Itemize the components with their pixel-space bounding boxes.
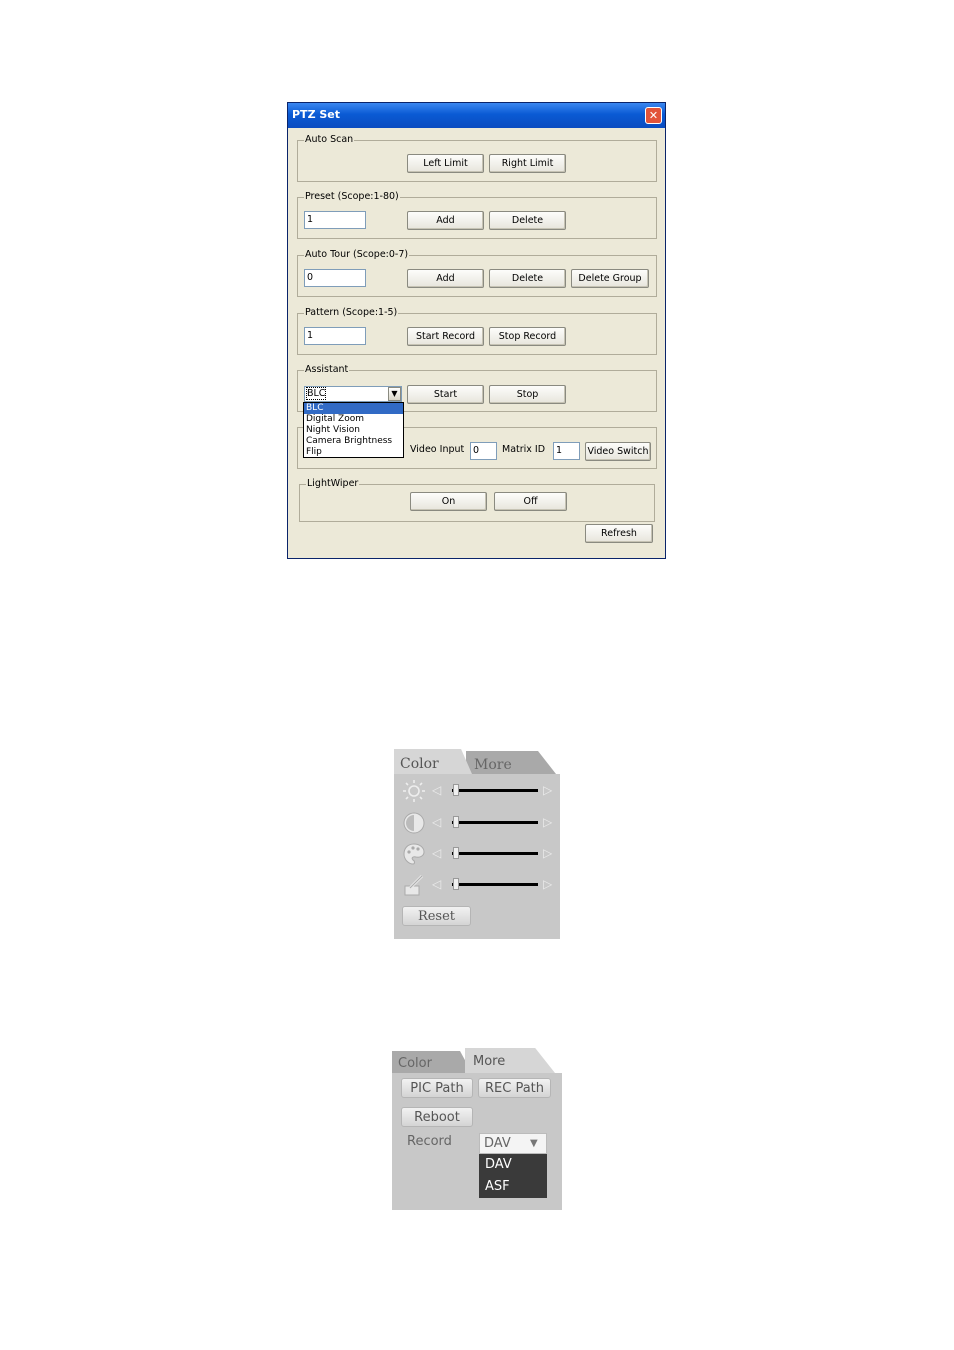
dialog-title: PTZ Set bbox=[292, 108, 341, 121]
assistant-dropdown-list: BLC Digital Zoom Night Vision Camera Bri… bbox=[303, 402, 404, 458]
light-wiper-legend: LightWiper bbox=[306, 478, 360, 489]
light-on-button[interactable]: On bbox=[410, 492, 487, 511]
contrast-icon bbox=[402, 811, 426, 835]
matrix-id-label: Matrix ID bbox=[502, 444, 546, 455]
slider-track[interactable] bbox=[452, 789, 538, 792]
increase-arrow-icon[interactable]: ▷ bbox=[543, 846, 552, 860]
auto-tour-input[interactable]: 0 bbox=[304, 269, 366, 287]
auto-tour-group: Auto Tour (Scope:0-7) 0 Add Delete Delet… bbox=[297, 249, 657, 297]
video-input-field[interactable]: 0 bbox=[470, 442, 497, 460]
dropdown-option[interactable]: ASF bbox=[479, 1176, 547, 1198]
reboot-button[interactable]: Reboot bbox=[401, 1107, 473, 1127]
record-select[interactable]: DAV ▼ bbox=[479, 1133, 547, 1154]
color-panel: More Color ◁ ▷ ◁ ▷ ◁ ▷ ◁ ▷ Reset bbox=[394, 749, 560, 939]
assistant-start-button[interactable]: Start bbox=[407, 385, 484, 404]
decrease-arrow-icon[interactable]: ◁ bbox=[432, 783, 441, 797]
preset-delete-button[interactable]: Delete bbox=[489, 211, 566, 230]
saturation-icon bbox=[402, 873, 426, 897]
slider-knob[interactable] bbox=[453, 784, 459, 796]
dropdown-option[interactable]: BLC bbox=[304, 403, 403, 414]
rec-path-button[interactable]: REC Path bbox=[478, 1078, 551, 1098]
auto-tour-add-button[interactable]: Add bbox=[407, 269, 484, 288]
tab-color[interactable]: Color bbox=[394, 749, 472, 774]
auto-tour-delete-button[interactable]: Delete bbox=[489, 269, 566, 288]
dropdown-option[interactable]: Camera Brightness bbox=[304, 436, 403, 447]
palette-icon bbox=[402, 842, 426, 866]
preset-legend: Preset (Scope:1-80) bbox=[304, 191, 400, 202]
record-label: Record bbox=[407, 1134, 452, 1149]
slider-track[interactable] bbox=[452, 883, 538, 886]
auto-scan-legend: Auto Scan bbox=[304, 134, 355, 145]
increase-arrow-icon[interactable]: ▷ bbox=[543, 815, 552, 829]
record-dropdown-list: DAV ASF bbox=[479, 1154, 547, 1198]
pic-path-button[interactable]: PIC Path bbox=[401, 1078, 473, 1098]
video-switch-button[interactable]: Video Switch bbox=[585, 442, 651, 461]
start-record-button[interactable]: Start Record bbox=[407, 327, 484, 346]
slider-knob[interactable] bbox=[453, 847, 459, 859]
record-selected-value: DAV bbox=[484, 1136, 511, 1151]
preset-add-button[interactable]: Add bbox=[407, 211, 484, 230]
stop-record-button[interactable]: Stop Record bbox=[489, 327, 566, 346]
title-bar[interactable]: PTZ Set ✕ bbox=[288, 103, 665, 128]
brightness-icon bbox=[402, 779, 426, 803]
increase-arrow-icon[interactable]: ▷ bbox=[543, 783, 552, 797]
dropdown-option[interactable]: Digital Zoom bbox=[304, 414, 403, 425]
preset-input[interactable]: 1 bbox=[304, 211, 366, 229]
refresh-button[interactable]: Refresh bbox=[585, 524, 653, 543]
more-panel: Color More PIC Path REC Path Reboot Reco… bbox=[392, 1048, 562, 1210]
delete-group-button[interactable]: Delete Group bbox=[571, 269, 649, 288]
chevron-down-icon[interactable]: ▼ bbox=[530, 1138, 538, 1149]
assistant-stop-button[interactable]: Stop bbox=[489, 385, 566, 404]
right-limit-button[interactable]: Right Limit bbox=[489, 154, 566, 173]
close-button[interactable]: ✕ bbox=[645, 107, 662, 124]
light-wiper-group: LightWiper On Off bbox=[299, 478, 655, 522]
tab-color[interactable]: Color bbox=[392, 1051, 472, 1073]
dropdown-option[interactable]: DAV bbox=[479, 1154, 547, 1176]
dropdown-option[interactable]: Night Vision bbox=[304, 425, 403, 436]
dropdown-option[interactable]: Flip bbox=[304, 447, 403, 458]
pattern-input[interactable]: 1 bbox=[304, 327, 366, 345]
tab-more[interactable]: More bbox=[466, 751, 556, 774]
light-off-button[interactable]: Off bbox=[494, 492, 567, 511]
slider-knob[interactable] bbox=[453, 878, 459, 890]
reset-button[interactable]: Reset bbox=[402, 906, 471, 926]
slider-knob[interactable] bbox=[453, 816, 459, 828]
pattern-legend: Pattern (Scope:1-5) bbox=[304, 307, 399, 318]
preset-group: Preset (Scope:1-80) 1 Add Delete bbox=[297, 191, 657, 239]
ptz-set-dialog: PTZ Set ✕ Auto Scan Left Limit Right Lim… bbox=[287, 102, 666, 559]
auto-scan-group: Auto Scan Left Limit Right Limit bbox=[297, 134, 657, 182]
left-limit-button[interactable]: Left Limit bbox=[407, 154, 484, 173]
chevron-down-icon[interactable]: ▼ bbox=[388, 387, 401, 401]
tab-more[interactable]: More bbox=[465, 1048, 555, 1073]
increase-arrow-icon[interactable]: ▷ bbox=[543, 877, 552, 891]
pattern-group: Pattern (Scope:1-5) 1 Start Record Stop … bbox=[297, 307, 657, 355]
matrix-id-field[interactable]: 1 bbox=[553, 442, 580, 460]
decrease-arrow-icon[interactable]: ◁ bbox=[432, 815, 441, 829]
video-input-label: Video Input bbox=[410, 444, 465, 455]
assistant-select[interactable]: BLC ▼ bbox=[304, 386, 402, 402]
auto-tour-legend: Auto Tour (Scope:0-7) bbox=[304, 249, 410, 260]
decrease-arrow-icon[interactable]: ◁ bbox=[432, 846, 441, 860]
assistant-legend: Assistant bbox=[304, 364, 350, 375]
decrease-arrow-icon[interactable]: ◁ bbox=[432, 877, 441, 891]
slider-track[interactable] bbox=[452, 852, 538, 855]
slider-track[interactable] bbox=[452, 821, 538, 824]
assistant-selected-value: BLC bbox=[305, 387, 327, 400]
